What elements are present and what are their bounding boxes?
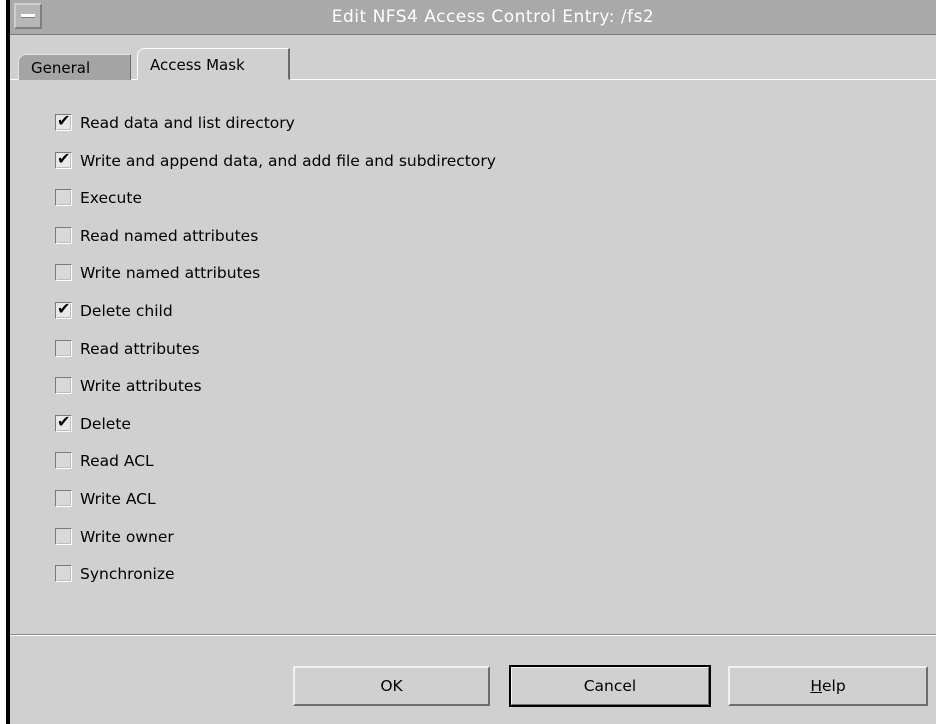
checkbox-label: Delete	[80, 415, 131, 433]
cancel-button[interactable]: Cancel	[509, 665, 711, 707]
checkbox-label: Read attributes	[80, 340, 200, 358]
help-mnemonic: H	[810, 677, 822, 695]
window-title: Edit NFS4 Access Control Entry: /fs2	[331, 7, 655, 27]
button-separator	[10, 634, 936, 636]
tab-access-mask[interactable]: Access Mask	[137, 48, 290, 80]
dialog-window: Edit NFS4 Access Control Entry: /fs2 Gen…	[6, 0, 936, 724]
checkbox-label: Read named attributes	[80, 227, 259, 245]
help-label-rest: elp	[821, 677, 846, 695]
checkbox-label: Read ACL	[80, 452, 154, 470]
checkbox-label: Write owner	[80, 528, 174, 546]
ok-button[interactable]: OK	[293, 666, 490, 706]
checkbox[interactable]	[55, 377, 72, 394]
checkbox[interactable]	[55, 189, 72, 206]
checkbox[interactable]: ✔	[55, 149, 72, 169]
checkbox-label: Read data and list directory	[80, 114, 295, 132]
checkbox-label: Write named attributes	[80, 264, 261, 282]
check-mark-icon: ✔	[57, 111, 71, 130]
checkbox[interactable]: ✔	[55, 111, 72, 131]
checkbox[interactable]	[55, 227, 72, 244]
title-bar[interactable]: Edit NFS4 Access Control Entry: /fs2	[10, 0, 936, 35]
checkbox-label: Synchronize	[80, 565, 175, 583]
check-mark-icon: ✔	[57, 412, 71, 431]
check-mark-icon: ✔	[57, 299, 71, 318]
checkbox[interactable]	[55, 264, 72, 281]
checkbox[interactable]	[55, 452, 72, 469]
checkbox[interactable]	[55, 528, 72, 545]
checkbox-label: Write and append data, and add file and …	[80, 152, 496, 170]
checkbox-label: Delete child	[80, 302, 173, 320]
checkbox[interactable]	[55, 490, 72, 507]
tab-general[interactable]: General	[18, 54, 131, 80]
checkbox[interactable]	[55, 340, 72, 357]
checkbox-label: Write attributes	[80, 377, 202, 395]
checkbox[interactable]	[55, 565, 72, 582]
check-mark-icon: ✔	[57, 149, 71, 168]
checkbox[interactable]: ✔	[55, 412, 72, 432]
checkbox-label: Execute	[80, 189, 142, 207]
checkbox-label: Write ACL	[80, 490, 156, 508]
help-button[interactable]: Help	[728, 666, 928, 706]
window-menu-icon	[21, 14, 35, 17]
window-menu-button[interactable]	[14, 3, 42, 29]
help-button-label: Help	[810, 668, 845, 704]
checkbox[interactable]: ✔	[55, 299, 72, 319]
tab-active-gap	[138, 79, 289, 81]
